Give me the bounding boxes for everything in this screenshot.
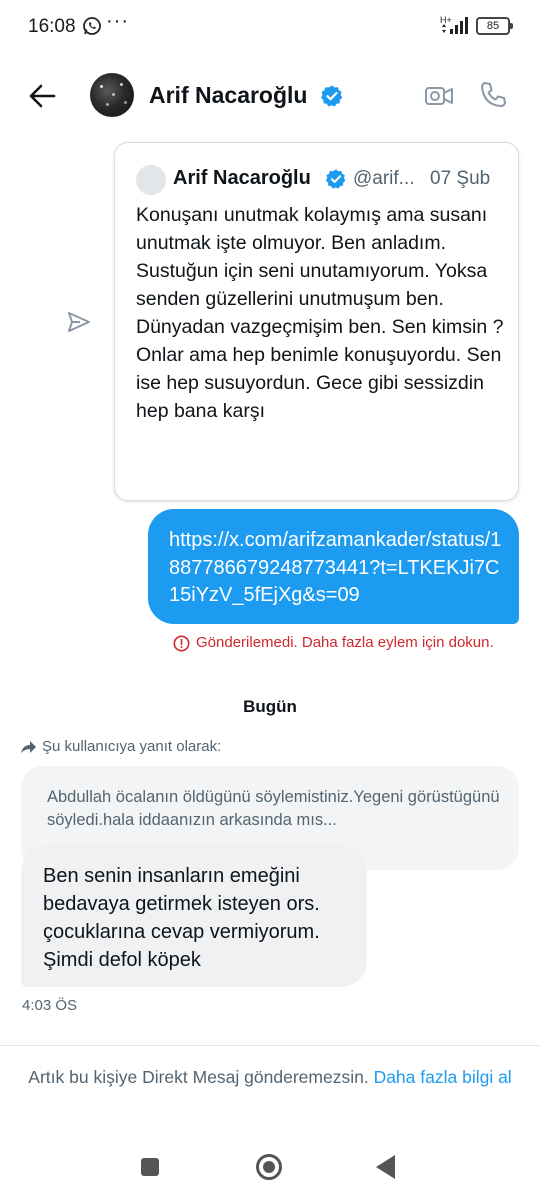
send-icon[interactable] <box>66 309 92 335</box>
whatsapp-icon <box>83 17 101 35</box>
message-timestamp: 4:03 ÖS <box>22 997 78 1014</box>
quoted-tweet-handle: @arif... <box>353 168 415 189</box>
reply-label: Şu kullanıcıya yanıt olarak: <box>42 738 222 755</box>
signal-icon: H+ <box>440 15 468 34</box>
replied-to-text: Abdullah öcalanın öldügünü söylemistiniz… <box>47 788 500 829</box>
status-time: 16:08 <box>28 16 76 37</box>
error-circle-icon <box>173 635 190 652</box>
quoted-tweet-card[interactable]: Arif Nacaroğlu @arif... 07 Şub Konuşanı … <box>114 142 519 501</box>
verified-badge-icon <box>325 169 346 189</box>
voice-call-button[interactable] <box>478 80 508 110</box>
status-bar: 16:08 ··· H+ 85 <box>0 0 540 52</box>
dm-restriction-notice: Artık bu kişiye Direkt Mesaj gönderemezs… <box>24 1064 516 1091</box>
home-button[interactable] <box>256 1154 282 1180</box>
quoted-tweet-author: Arif Nacaroğlu <box>173 167 311 189</box>
quoted-tweet-avatar <box>136 165 166 195</box>
verified-badge-icon <box>320 85 343 107</box>
received-message-text: Ben senin insanların emeğini bedavaya ge… <box>43 865 320 971</box>
status-notification-dots: ··· <box>106 10 129 32</box>
divider <box>0 1045 540 1046</box>
dm-restriction-text: Artık bu kişiye Direkt Mesaj gönderemezs… <box>28 1067 369 1087</box>
learn-more-link[interactable]: Daha fazla bilgi al <box>374 1067 512 1087</box>
quoted-tweet-date: 07 Şub <box>430 168 491 189</box>
send-failed-text[interactable]: Gönderilemedi. Daha fazla eylem için dok… <box>196 634 494 651</box>
battery-icon: 85 <box>476 17 513 35</box>
network-type-label: H+ <box>440 15 452 25</box>
avatar[interactable] <box>90 73 134 117</box>
day-divider: Bugün <box>243 697 297 716</box>
sent-message-bubble[interactable]: https://x.com/arifzamankader/status/1887… <box>148 509 519 624</box>
video-call-button[interactable] <box>424 83 454 109</box>
sent-link-text[interactable]: https://x.com/arifzamankader/status/1887… <box>169 527 505 610</box>
quoted-tweet-text: Konuşanı unutmak kolaymış ama susanı unu… <box>136 204 504 422</box>
conversation-header: Arif Nacaroğlu <box>0 60 540 130</box>
contact-name[interactable]: Arif Nacaroğlu <box>149 82 307 109</box>
system-back-button[interactable] <box>376 1155 395 1179</box>
recent-apps-button[interactable] <box>141 1158 159 1176</box>
reply-arrow-icon <box>21 741 36 753</box>
back-button[interactable] <box>26 80 58 112</box>
system-navigation-bar <box>0 1135 540 1200</box>
received-message-bubble[interactable]: Ben senin insanların emeğini bedavaya ge… <box>21 845 367 987</box>
